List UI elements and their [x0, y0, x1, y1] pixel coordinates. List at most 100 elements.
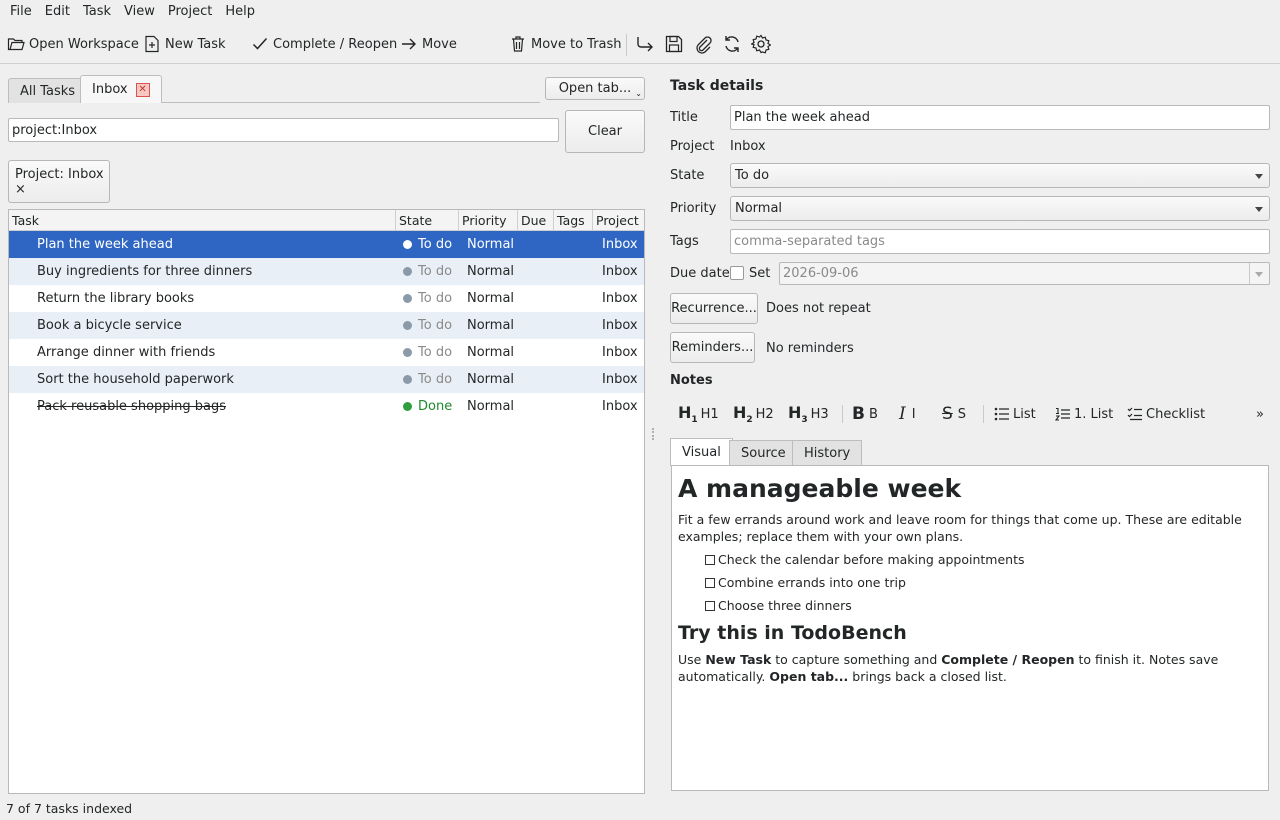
heading3-icon: H3 — [788, 402, 808, 426]
move-button[interactable]: Move — [400, 30, 457, 58]
tab-inbox[interactable]: Inbox ✕ — [80, 75, 162, 103]
title-label: Title — [670, 110, 698, 125]
italic-button[interactable]: I I — [899, 403, 916, 425]
column-header-project[interactable]: Project — [593, 210, 644, 231]
state-label: To do — [418, 237, 453, 252]
state-select[interactable]: To do — [730, 163, 1270, 188]
refresh-icon[interactable] — [721, 33, 743, 55]
reminders-value: No reminders — [766, 341, 854, 356]
search-value: project:Inbox — [12, 122, 98, 138]
column-header-due[interactable]: Due — [518, 210, 554, 231]
state-label: To do — [418, 372, 453, 387]
project-cell: Inbox — [602, 372, 638, 387]
tab-history[interactable]: History — [792, 440, 863, 465]
checklist-item-label: Choose three dinners — [718, 598, 852, 613]
tab-all-tasks[interactable]: All Tasks — [8, 78, 88, 103]
table-row[interactable]: Arrange dinner with friends To do Normal… — [9, 339, 644, 366]
menu-task[interactable]: Task — [78, 4, 116, 19]
heading2-icon: H2 — [733, 402, 753, 426]
bold-label: B — [868, 406, 878, 422]
menu-view[interactable]: View — [119, 4, 160, 19]
reminders-button[interactable]: Reminders... — [670, 332, 755, 363]
column-header-priority[interactable]: Priority — [459, 210, 518, 231]
checklist-button[interactable]: Checklist — [1127, 403, 1205, 425]
open-workspace-button[interactable]: Open Workspace — [7, 30, 139, 58]
title-input[interactable]: Plan the week ahead — [730, 105, 1270, 130]
redo-icon[interactable] — [634, 33, 656, 55]
bullet-list-button[interactable]: List — [994, 403, 1036, 425]
italic-label: I — [911, 406, 916, 422]
checkmark-icon — [252, 37, 268, 50]
state-cell: To do — [403, 366, 452, 393]
tags-placeholder: comma-separated tags — [734, 234, 885, 249]
new-task-button[interactable]: New Task — [143, 30, 226, 58]
project-cell: Inbox — [602, 399, 638, 414]
save-icon[interactable] — [663, 33, 685, 55]
priority-select[interactable]: Normal — [730, 196, 1270, 221]
filter-chip-label: Project: Inbox × — [15, 166, 104, 197]
strikethrough-button[interactable]: S S — [942, 403, 966, 425]
tags-label: Tags — [670, 234, 699, 249]
open-tab-button[interactable]: Open tab... ⌄ — [545, 77, 645, 100]
search-input[interactable]: project:Inbox — [8, 118, 559, 142]
splitter-handle[interactable] — [652, 428, 654, 440]
menu-project[interactable]: Project — [163, 4, 217, 19]
state-cell: Done — [403, 393, 452, 420]
heading1-button[interactable]: H1 H1 — [678, 403, 719, 425]
column-header-tags[interactable]: Tags — [554, 210, 593, 231]
tab-source[interactable]: Source — [729, 440, 798, 465]
tab-source-label: Source — [741, 445, 786, 461]
project-cell: Inbox — [602, 264, 638, 279]
due-date-set-checkbox[interactable] — [730, 266, 744, 280]
table-row[interactable]: Sort the household paperwork To do Norma… — [9, 366, 644, 393]
settings-icon[interactable] — [750, 33, 772, 55]
priority-cell: Normal — [467, 264, 515, 279]
tab-all-tasks-label: All Tasks — [20, 83, 76, 99]
table-row[interactable]: Pack reusable shopping bags Done Normal … — [9, 393, 644, 420]
heading3-label: H3 — [810, 406, 829, 422]
chevron-double-right-icon: » — [1256, 406, 1264, 422]
complete-reopen-label: Complete / Reopen — [273, 36, 398, 52]
priority-label: Priority — [670, 201, 717, 216]
more-tools-button[interactable]: » — [1256, 403, 1264, 425]
heading3-button[interactable]: H3 H3 — [788, 403, 829, 425]
state-label: To do — [418, 345, 453, 360]
menu-file[interactable]: File — [5, 4, 37, 19]
clear-button[interactable]: Clear — [565, 110, 645, 153]
move-to-trash-button[interactable]: Move to Trash — [509, 30, 622, 58]
column-header-state[interactable]: State — [396, 210, 459, 231]
menu-edit[interactable]: Edit — [40, 4, 75, 19]
dropdown-indicator-icon: ⌄ — [635, 89, 642, 98]
recurrence-button[interactable]: Recurrence... — [670, 293, 758, 324]
close-tab-icon[interactable]: ✕ — [135, 82, 150, 97]
notes-editor[interactable]: A manageable week Fit a few errands arou… — [671, 465, 1269, 791]
bold-button[interactable]: B B — [852, 403, 878, 425]
checkbox-icon[interactable] — [705, 554, 715, 565]
state-dot-icon — [403, 348, 412, 357]
arrow-right-icon — [402, 38, 416, 50]
attach-icon[interactable] — [692, 33, 714, 55]
table-row[interactable]: Plan the week ahead To do Normal Inbox — [9, 231, 644, 258]
table-row[interactable]: Book a bicycle service To do Normal Inbo… — [9, 312, 644, 339]
heading2-button[interactable]: H2 H2 — [733, 403, 774, 425]
numbered-list-button[interactable]: 1. List — [1055, 403, 1113, 425]
tab-visual[interactable]: Visual — [670, 438, 733, 466]
table-row[interactable]: Buy ingredients for three dinners To do … — [9, 258, 644, 285]
filter-chip-project[interactable]: Project: Inbox × — [8, 160, 110, 203]
chevron-down-icon — [1255, 173, 1263, 179]
column-header-task[interactable]: Task — [9, 210, 396, 231]
priority-selected-value: Normal — [735, 201, 783, 216]
bullet-list-label: List — [1013, 406, 1036, 422]
checklist-item-label: Combine errands into one trip — [718, 575, 906, 590]
tags-input[interactable]: comma-separated tags — [730, 229, 1270, 254]
menu-help[interactable]: Help — [220, 4, 260, 19]
checkbox-icon[interactable] — [705, 600, 715, 611]
tab-history-label: History — [804, 445, 851, 461]
complete-reopen-button[interactable]: Complete / Reopen — [251, 30, 397, 58]
checkbox-icon[interactable] — [705, 577, 715, 588]
due-date-value: 2026-09-06 — [783, 266, 859, 281]
due-date-dropdown[interactable] — [1249, 263, 1269, 284]
due-date-input[interactable]: 2026-09-06 — [779, 262, 1270, 285]
table-row[interactable]: Return the library books To do Normal In… — [9, 285, 644, 312]
notes-heading: A manageable week — [678, 474, 962, 503]
